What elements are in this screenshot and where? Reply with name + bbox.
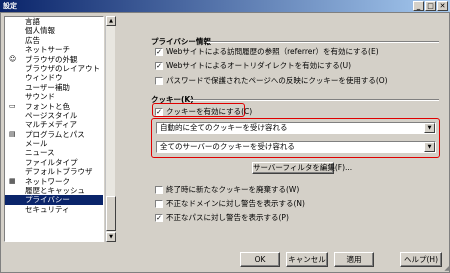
sidebar-item[interactable]: 広告	[5, 36, 103, 45]
window-title: 設定	[3, 2, 17, 10]
sidebar-item-label: プログラムとパス	[25, 129, 85, 139]
redirect-label: Webサイトによるオートリダイレクトを有効にする(U)	[166, 61, 352, 70]
sidebar-item-label: セキュリティ	[25, 204, 70, 214]
redirect-check-icon: ✓	[155, 61, 163, 70]
sidebar-item[interactable]: ネットサーチ	[5, 45, 103, 54]
category-icon: ▦	[9, 176, 16, 185]
sidebar-item-label: 履歴とキャッシュ	[25, 186, 85, 196]
edit-server-filter-button[interactable]: サーバーフィルタを編集(F)...	[252, 162, 352, 174]
titlebar-buttons: _ □ ✕	[413, 1, 448, 11]
password-cookie-checkbox[interactable]: パスワードで保護されたページへの反映にクッキーを使用する(O)	[155, 75, 388, 86]
referrer-check-icon: ✓	[155, 47, 163, 56]
sidebar-item[interactable]: プライバシー	[5, 195, 103, 205]
sidebar-item[interactable]: サウンド	[5, 92, 103, 101]
domain-warning-checkbox[interactable]: 不正なドメインに対し警告を表示する(N)	[155, 198, 305, 209]
scroll-down-icon[interactable]: ▼	[106, 232, 116, 242]
server-cookie-value: 全てのサーバーのクッキーを受け容れる	[160, 142, 295, 151]
sidebar-item[interactable]: メール	[5, 139, 103, 148]
category-scrollbar[interactable]: ▲ ▼	[105, 16, 116, 242]
chevron-down-icon[interactable]: ▼	[424, 123, 435, 133]
sidebar-item[interactable]: ▭ フォントと色	[5, 102, 103, 111]
path-check-icon: ✓	[155, 213, 163, 222]
scroll-up-icon[interactable]: ▲	[106, 16, 116, 26]
sidebar-item[interactable]: ▤ プログラムとパス	[5, 130, 103, 139]
sidebar-item-label: メール	[25, 139, 48, 149]
sidebar-item-label: 広告	[25, 35, 40, 45]
sidebar-item-label: サウンド	[25, 92, 55, 102]
window-titlebar[interactable]: 設定 _ □ ✕	[0, 0, 450, 12]
maximize-button[interactable]: □	[425, 1, 436, 11]
referrer-checkbox[interactable]: ✓ Webサイトによる訪問履歴の参照（referrer）を有効にする(E)	[155, 46, 379, 57]
cancel-button[interactable]: キャンセル	[286, 252, 328, 267]
ok-button[interactable]: OK	[240, 252, 280, 267]
sidebar-item[interactable]: ページスタイル	[5, 111, 103, 120]
minimize-button[interactable]: _	[413, 1, 424, 11]
resize-grip-icon[interactable]: ◢	[444, 265, 449, 272]
sidebar-item-label: 個人情報	[25, 26, 55, 36]
sidebar-item[interactable]: ニュース	[5, 148, 103, 157]
password-check-icon	[155, 76, 163, 85]
sidebar-item-label: 言語	[25, 17, 40, 26]
sidebar-item[interactable]: ファイルタイプ	[5, 158, 103, 167]
sidebar-item-label: ブラウザの外観	[25, 54, 78, 64]
cookie-accept-value: 自動的に全てのクッキーを受け容れる	[160, 123, 288, 132]
enable-cookies-check-icon: ✓	[155, 107, 163, 116]
sidebar-item-label: デフォルトブラウザ	[25, 167, 93, 177]
sidebar-item[interactable]: ☺ ブラウザの外観	[5, 55, 103, 64]
path-warning-checkbox[interactable]: ✓ 不正なパスに対し警告を表示する(P)	[155, 212, 289, 223]
privacy-divider	[207, 41, 439, 43]
sidebar-item[interactable]: 個人情報	[5, 26, 103, 35]
sidebar-item[interactable]: ▦ ネットワーク	[5, 177, 103, 186]
chevron-down-icon[interactable]: ▼	[424, 142, 435, 152]
sidebar-item-label: ウィンドウ	[25, 73, 63, 83]
sidebar-item-label: フォントと色	[25, 101, 70, 111]
enable-cookies-checkbox[interactable]: ✓ クッキーを有効にする(C)	[155, 106, 252, 117]
redirect-checkbox[interactable]: ✓ Webサイトによるオートリダイレクトを有効にする(U)	[155, 60, 351, 71]
discard-cookies-label: 終了時に新たなクッキーを廃棄する(W)	[166, 185, 300, 194]
sidebar-item-label: ブラウザのレイアウト	[25, 63, 100, 73]
sidebar-item[interactable]: セキュリティ	[5, 205, 103, 214]
cookie-accept-select[interactable]: 自動的に全てのクッキーを受け容れる ▼	[156, 122, 436, 134]
discard-check-icon	[155, 185, 163, 194]
domain-check-icon	[155, 199, 163, 208]
category-list[interactable]: 言語 個人情報 広告 ネットサーチ ☺ ブラウザの外観 ブラウザのレイアウト ウィンドウ ユーザ…	[4, 16, 104, 242]
category-icon: ☺	[9, 54, 17, 63]
sidebar-item[interactable]: デフォルトブラウザ	[5, 167, 103, 176]
server-cookie-select[interactable]: 全てのサーバーのクッキーを受け容れる ▼	[156, 141, 436, 153]
cookies-divider	[190, 99, 439, 101]
sidebar-item-label: マルチメディア	[25, 120, 77, 130]
sidebar-item[interactable]: 履歴とキャッシュ	[5, 186, 103, 195]
path-warning-label: 不正なパスに対し警告を表示する(P)	[166, 213, 289, 222]
sidebar-item[interactable]: 言語	[5, 17, 103, 26]
enable-cookies-label: クッキーを有効にする(C)	[166, 107, 253, 116]
sidebar-item-label: ニュース	[25, 148, 55, 158]
close-button[interactable]: ✕	[437, 1, 448, 11]
sidebar-item-label: ユーザー補助	[25, 82, 70, 92]
sidebar-item[interactable]: マルチメディア	[5, 120, 103, 129]
discard-cookies-checkbox[interactable]: 終了時に新たなクッキーを廃棄する(W)	[155, 184, 299, 195]
sidebar-item[interactable]: ブラウザのレイアウト	[5, 64, 103, 73]
sidebar-item-label: ネットサーチ	[25, 45, 70, 55]
help-button[interactable]: ヘルプ(H)	[400, 252, 442, 267]
category-icon: ▭	[9, 101, 16, 110]
sidebar-item[interactable]: ウィンドウ	[5, 73, 103, 82]
sidebar-item[interactable]: ユーザー補助	[5, 83, 103, 92]
referrer-label: Webサイトによる訪問履歴の参照（referrer）を有効にする(E)	[166, 47, 379, 56]
password-cookie-label: パスワードで保護されたページへの反映にクッキーを使用する(O)	[166, 76, 388, 85]
scroll-thumb[interactable]	[106, 196, 116, 231]
sidebar-item-label: ファイルタイプ	[25, 157, 78, 167]
sidebar-item-label: ページスタイル	[25, 110, 78, 120]
domain-warning-label: 不正なドメインに対し警告を表示する(N)	[166, 199, 305, 208]
sidebar-item-label: プライバシー	[25, 195, 70, 205]
category-icon: ▤	[9, 129, 16, 138]
apply-button[interactable]: 適用	[334, 252, 374, 267]
sidebar-item-label: ネットワーク	[25, 176, 70, 186]
